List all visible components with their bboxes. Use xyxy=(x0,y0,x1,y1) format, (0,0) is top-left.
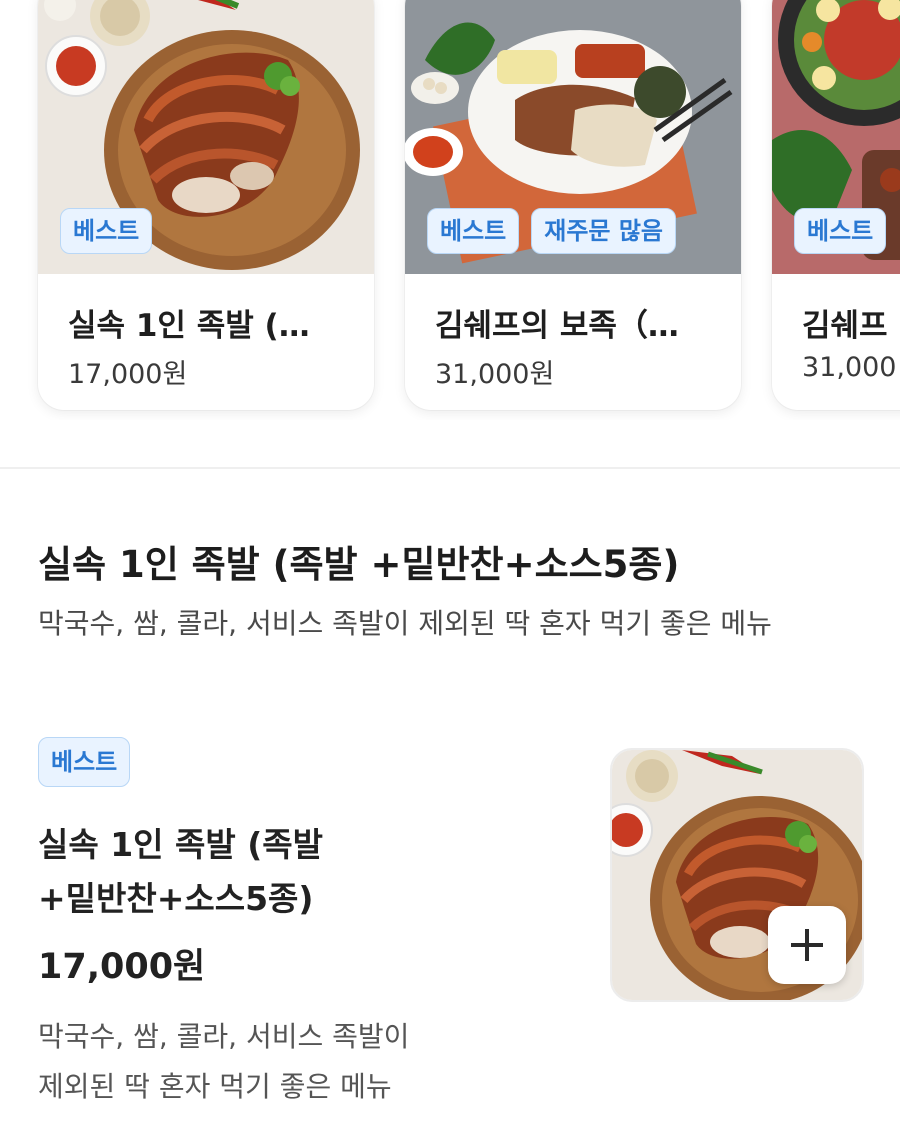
carousel-card[interactable]: 베스트 재주문 많음 김쉐프의 보족（… 31,000원 xyxy=(405,0,741,410)
badge-group: 베스트 xyxy=(38,737,131,787)
badge-group: 베스트 xyxy=(60,208,153,254)
item-name-line: +밑반찬+소스5종) xyxy=(38,879,314,918)
card-title: 김쉐프의 보족（… xyxy=(435,308,679,344)
item-description-line: 제외된 딱 혼자 먹기 좋은 메뉴 xyxy=(38,1070,392,1103)
card-price: 17,000원 xyxy=(68,359,188,390)
menu-description: 막국수, 쌈, 콜라, 서비스 족발이 제외된 딱 혼자 먹기 좋은 메뉴 xyxy=(38,607,772,640)
menu-title: 실속 1인 족발 (족발 +밑반찬+소스5종) xyxy=(38,543,680,586)
card-title: 실속 1인 족발 (… xyxy=(68,308,310,344)
best-badge: 베스트 xyxy=(60,208,153,254)
item-name: 실속 1인 족발 (족발 +밑반찬+소스5종) xyxy=(38,818,438,926)
badge-group: 베스트 재주문 많음 xyxy=(427,208,677,254)
card-title: 김쉐프 xyxy=(802,308,888,344)
add-to-cart-button[interactable] xyxy=(768,906,846,984)
menu-carousel[interactable]: 베스트 실속 1인 족발 (… 17,000원 베스트 재주문 많음 김쉐프의 … xyxy=(0,0,900,420)
carousel-card[interactable]: 베스트 김쉐프 31,000 xyxy=(772,0,900,410)
item-price: 17,000원 xyxy=(38,947,206,987)
item-name-line: 실속 1인 족발 (족발 xyxy=(38,825,324,864)
carousel-card[interactable]: 베스트 실속 1인 족발 (… 17,000원 xyxy=(38,0,374,410)
best-badge: 베스트 xyxy=(794,208,887,254)
plus-icon xyxy=(791,929,823,961)
card-price: 31,000원 xyxy=(435,359,555,390)
reorder-badge: 재주문 많음 xyxy=(531,208,677,254)
section-divider xyxy=(0,467,900,469)
best-badge: 베스트 xyxy=(427,208,520,254)
best-badge: 베스트 xyxy=(38,737,131,787)
item-description: 막국수, 쌈, 콜라, 서비스 족발이 제외된 딱 혼자 먹기 좋은 메뉴 xyxy=(38,1012,508,1112)
item-description-line: 막국수, 쌈, 콜라, 서비스 족발이 xyxy=(38,1020,410,1053)
badge-group: 베스트 xyxy=(794,208,887,254)
card-price: 31,000 xyxy=(802,352,897,383)
